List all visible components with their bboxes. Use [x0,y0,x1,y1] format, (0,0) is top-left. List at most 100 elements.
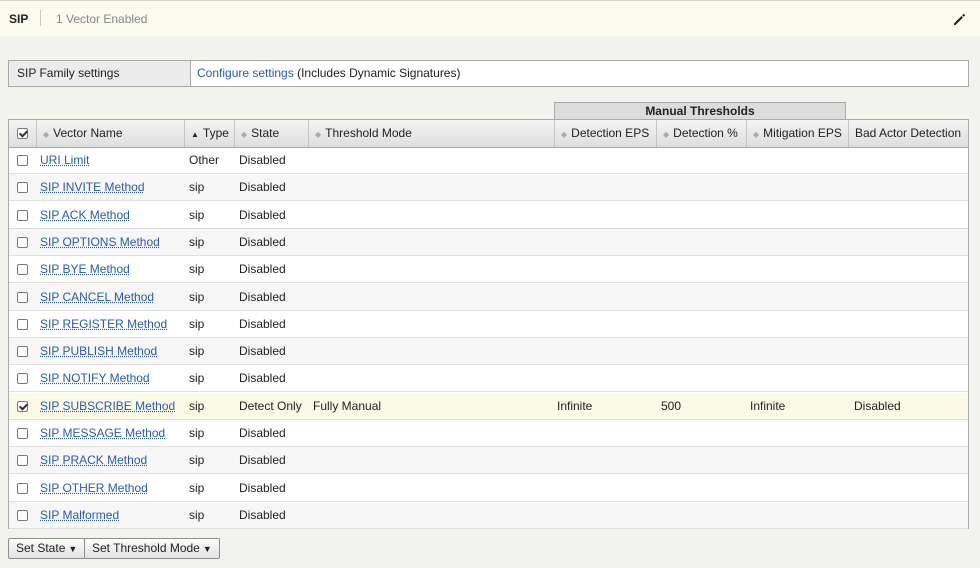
row-checkbox[interactable] [17,264,28,276]
column-header-vector-name[interactable]: ◆ Vector Name [37,120,185,147]
vector-state: Disabled [239,153,286,167]
sort-icon: ◆ [753,130,760,139]
select-all-checkbox[interactable] [17,128,28,139]
sort-icon: ◆ [241,130,248,139]
vector-name-link[interactable]: SIP INVITE Method [40,174,145,200]
vector-state: Disabled [239,480,286,495]
family-settings-row: SIP Family settings Configure settings (… [8,60,969,87]
row-checkbox[interactable] [17,509,28,521]
family-settings-label: SIP Family settings [9,61,191,86]
table-row[interactable]: SIP PRACK Method sip Disabled [9,447,968,475]
vector-name-link[interactable]: SIP CANCEL Method [40,284,154,310]
table-row[interactable]: SIP Malformed sip Disabled [9,501,968,529]
row-checkbox[interactable] [17,155,28,166]
vector-type: sip [189,344,205,359]
vector-type: sip [189,453,205,468]
row-checkbox[interactable] [17,318,28,330]
vector-type: sip [189,316,205,331]
column-header-bad-actor-detection: Bad Actor Detection [855,126,962,140]
vector-state: Disabled [239,426,286,440]
vector-name-link[interactable]: SIP PRACK Method [40,447,147,473]
vector-state: Detect Only [239,398,302,413]
vector-name-link[interactable]: SIP MESSAGE Method [40,420,165,446]
table-row[interactable]: SIP MESSAGE Method sip Disabled [9,420,968,447]
vector-detection-percent: 500 [661,398,682,413]
row-checkbox[interactable] [17,482,28,494]
row-checkbox[interactable] [17,455,28,467]
column-header-threshold-mode[interactable]: ◆ Threshold Mode [309,120,555,147]
vector-type: sip [189,180,205,195]
vector-name-link[interactable]: SIP OTHER Method [40,475,148,501]
table-row[interactable]: SIP ACK Method sip Disabled [9,202,968,229]
vector-name-link[interactable]: SIP PUBLISH Method [40,338,157,364]
vector-name-link[interactable]: SIP REGISTER Method [40,311,167,337]
set-state-button[interactable]: Set State ▼ [8,538,86,559]
table-row[interactable]: SIP REGISTER Method sip Disabled [9,311,968,338]
sort-icon: ◆ [43,130,50,139]
vector-name-link[interactable]: SIP OPTIONS Method [40,229,160,255]
vector-name-link[interactable]: SIP BYE Method [40,256,130,282]
row-checkbox[interactable] [17,236,28,248]
row-checkbox[interactable] [17,291,28,303]
table-row[interactable]: SIP SUBSCRIBE Method sip Detect Only Fully … [9,392,968,420]
column-header-state[interactable]: ◆ State [235,120,309,147]
column-header-detection-eps[interactable]: ◆ Detection EPS [555,120,657,147]
column-header-mitigation-eps[interactable]: ◆ Mitigation EPS [747,120,849,147]
caret-down-icon: ▼ [68,544,78,554]
vector-type: sip [189,371,205,386]
vector-detection-eps: Infinite [557,398,593,413]
table-row[interactable]: SIP CANCEL Method sip Disabled [9,283,968,311]
table-header: ◆ Vector Name ▲ Type ◆ State ◆ Threshold Mod… [9,120,968,148]
manual-thresholds-group-header: Manual Thresholds [554,102,846,119]
family-settings-value: Configure settings (Includes Dynamic Sig… [197,61,460,85]
vector-type: sip [189,262,205,277]
vector-name-link[interactable]: SIP Malformed [40,502,119,528]
vector-name-link[interactable]: SIP NOTIFY Method [40,365,150,391]
set-threshold-mode-button[interactable]: Set Threshold Mode ▼ [84,538,220,559]
vector-state: Disabled [239,507,286,522]
vector-type: sip [189,234,205,249]
section-title: SIP [9,12,29,26]
vector-type: sip [189,507,205,522]
table-row[interactable]: SIP BYE Method sip Disabled [9,256,968,284]
column-header-detection-percent[interactable]: ◆ Detection % [657,120,747,147]
table-row[interactable]: SIP INVITE Method sip Disabled [9,174,968,202]
vector-name-link[interactable]: URI Limit [40,147,89,173]
vector-state: Disabled [239,289,286,304]
vector-type: Other [189,153,220,167]
row-checkbox[interactable] [17,428,28,439]
vector-state: Disabled [239,207,286,222]
table-row[interactable]: URI Limit Other Disabled [9,147,968,174]
section-header: SIP 1 Vector Enabled [0,0,980,36]
pencil-icon[interactable] [951,11,967,27]
sort-icon: ◆ [663,130,670,139]
vector-state: Disabled [239,262,286,277]
sort-icon: ◆ [561,130,568,139]
table-row[interactable]: SIP PUBLISH Method sip Disabled [9,338,968,366]
column-header-type[interactable]: ▲ Type [185,120,235,147]
configure-settings-link[interactable]: Configure settings [197,66,294,80]
sort-ascending-icon: ▲ [191,130,199,139]
row-checkbox[interactable] [17,209,28,221]
vectors-table: ◆ Vector Name ▲ Type ◆ State ◆ Threshold Mod… [8,119,969,529]
row-checkbox[interactable] [17,182,28,194]
vector-state: Disabled [239,316,286,331]
header-separator [40,10,41,26]
table-row[interactable]: SIP OPTIONS Method sip Disabled [9,228,968,256]
vector-state: Disabled [239,453,286,468]
row-checkbox[interactable] [17,400,28,412]
vector-state: Disabled [239,180,286,195]
vector-threshold-mode: Fully Manual [313,398,382,413]
vector-type: sip [189,480,205,495]
caret-down-icon: ▼ [202,544,212,554]
vector-name-link[interactable]: SIP SUBSCRIBE Method [40,393,175,419]
table-row[interactable]: SIP NOTIFY Method sip Disabled [9,365,968,393]
vector-type: sip [189,398,205,413]
vector-mitigation-eps: Infinite [750,398,786,413]
row-checkbox[interactable] [17,346,28,358]
table-row[interactable]: SIP OTHER Method sip Disabled [9,475,968,502]
vectors-enabled-count: 1 Vector Enabled [56,12,148,26]
row-checkbox[interactable] [17,373,28,385]
select-all-cell [9,120,37,147]
vector-name-link[interactable]: SIP ACK Method [40,202,130,228]
